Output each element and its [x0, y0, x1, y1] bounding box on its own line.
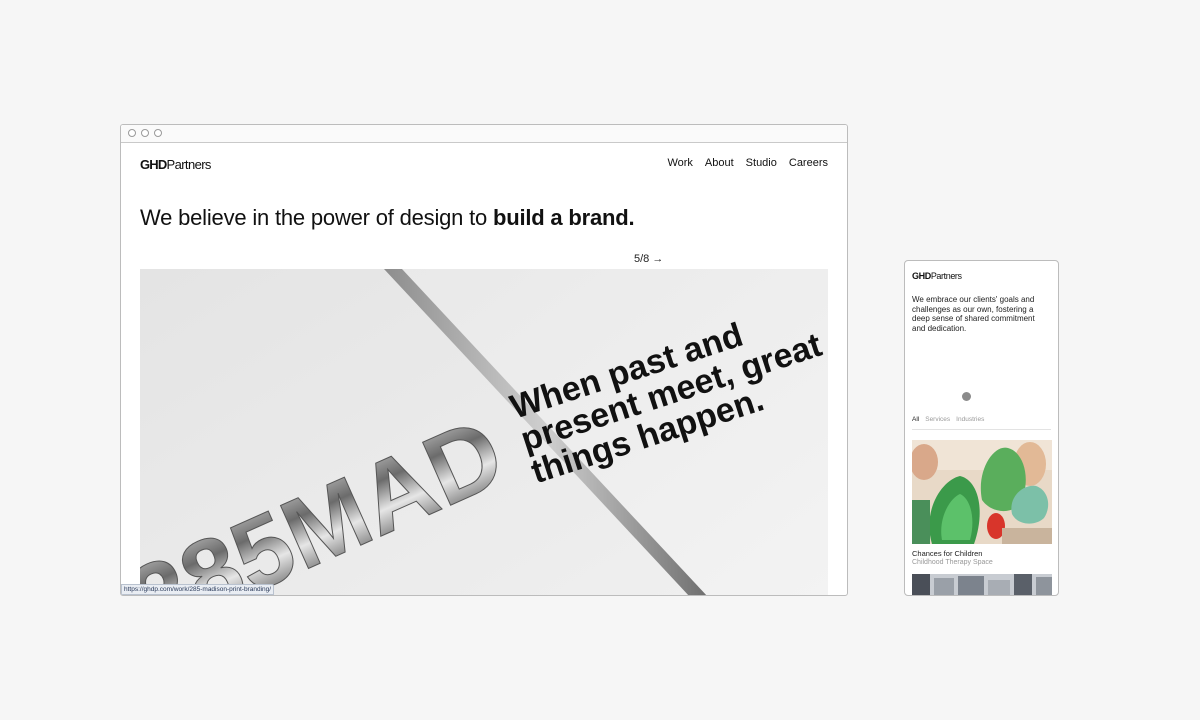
featured-project-image[interactable]: When past and present meet, great things… — [140, 269, 828, 595]
next-project-card-image[interactable] — [912, 574, 1052, 595]
project-card-title[interactable]: Chances for Children — [912, 549, 982, 558]
slide-counter[interactable]: 5/8 → — [634, 253, 663, 265]
minimize-window-button[interactable] — [141, 129, 149, 137]
mobile-site-logo[interactable]: GHDPartners — [912, 271, 962, 281]
mobile-intro-text: We embrace our clients' goals and challe… — [912, 295, 1035, 333]
project-card-image[interactable] — [912, 440, 1052, 544]
cursor-dot — [962, 392, 971, 401]
nav-about[interactable]: About — [705, 157, 734, 169]
maximize-window-button[interactable] — [154, 129, 162, 137]
logo-regular: Partners — [166, 157, 212, 172]
mobile-logo-regular: Partners — [930, 271, 962, 281]
desktop-browser-window: GHDPartners Work About Studio Careers We… — [120, 124, 848, 596]
mobile-window: GHDPartners We embrace our clients' goal… — [904, 260, 1059, 596]
site-logo[interactable]: GHDPartners — [140, 157, 211, 172]
hero-lead: We believe in the power of design to — [140, 205, 493, 230]
tab-services[interactable]: Services — [925, 416, 950, 423]
site-header: GHDPartners Work About Studio Careers — [140, 155, 828, 175]
tab-industries[interactable]: Industries — [956, 416, 984, 423]
status-bar-url: https://ghdp.com/work/285-madison-print-… — [121, 584, 275, 595]
logo-bold: GHD — [140, 157, 167, 172]
browser-title-bar — [121, 125, 847, 143]
mobile-logo-bold: GHD — [912, 271, 931, 281]
main-nav: Work About Studio Careers — [667, 157, 828, 169]
close-window-button[interactable] — [128, 129, 136, 137]
mobile-filter-tabs: All Services Industries — [912, 416, 984, 423]
divider — [912, 429, 1051, 430]
therapy-space-photo — [912, 440, 1052, 544]
hero-headline: We believe in the power of design to bui… — [140, 205, 635, 231]
hero-emphasis: build a brand. — [492, 205, 635, 230]
nav-studio[interactable]: Studio — [746, 157, 777, 169]
tab-all[interactable]: All — [912, 416, 919, 423]
poster-photo: When past and present meet, great things… — [140, 269, 828, 595]
nav-work[interactable]: Work — [667, 157, 692, 169]
building-photo — [912, 574, 1052, 595]
nav-careers[interactable]: Careers — [789, 157, 828, 169]
project-card-subtitle: Childhood Therapy Space — [912, 559, 993, 566]
